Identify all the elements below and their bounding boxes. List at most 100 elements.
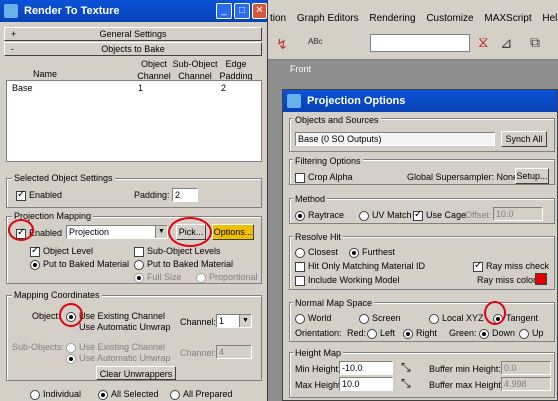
mapping-coordinates-title: Mapping Coordinates: [12, 290, 102, 300]
rollout-objects-to-bake[interactable]: - Objects to Bake: [4, 42, 262, 56]
chevron-down-icon: ▼: [155, 226, 167, 238]
select-link-icon[interactable]: ↯: [276, 36, 288, 53]
named-selection-dropdown[interactable]: [370, 34, 470, 52]
row-object-channel: 1: [138, 83, 144, 93]
synch-all-button[interactable]: Synch All: [501, 131, 547, 147]
subobject-levels-checkbox[interactable]: Sub-Object Levels: [134, 245, 221, 257]
sub-channel-label: Channel:: [180, 348, 217, 358]
clear-unwrappers-button[interactable]: Clear Unwrappers: [96, 366, 176, 380]
col-header-name: Name: [33, 69, 58, 79]
red-label: Red:: [347, 328, 367, 338]
enabled-checkbox[interactable]: Enabled: [16, 189, 62, 201]
menu-graph-editors[interactable]: Graph Editors: [297, 13, 359, 24]
ray-miss-check-checkbox[interactable]: Ray miss check: [473, 260, 549, 272]
proportional-radio[interactable]: Proportional: [196, 271, 258, 283]
include-working-model-checkbox[interactable]: Include Working Model: [295, 274, 399, 286]
pick-height-icon[interactable]: ⤡: [401, 360, 411, 375]
channel-label: Channel:: [180, 317, 217, 327]
subobjects-label: Sub-Objects:: [12, 342, 65, 352]
crop-alpha-checkbox[interactable]: Crop Alpha: [295, 171, 353, 183]
furthest-radio[interactable]: Furthest: [349, 246, 395, 258]
ray-miss-color-label: Ray miss color:: [477, 275, 539, 285]
pick-height-icon[interactable]: ⤡: [401, 376, 411, 391]
sub-use-auto-radio[interactable]: Use Automatic Unwrap: [66, 352, 171, 364]
world-radio[interactable]: World: [295, 312, 331, 324]
hit-only-matching-checkbox[interactable]: Hit Only Matching Material ID: [295, 260, 425, 272]
spell-icon[interactable]: ᴬᴮᶜ: [308, 36, 323, 50]
menu-rendering[interactable]: Rendering: [369, 13, 415, 24]
use-auto-unwrap-radio[interactable]: Use Automatic Unwrap: [66, 321, 171, 333]
projection-titlebar[interactable]: Projection Options: [283, 90, 557, 112]
maximize-button[interactable]: □: [234, 3, 250, 19]
options-button[interactable]: Options...: [212, 224, 254, 240]
screen-radio[interactable]: Screen: [359, 312, 401, 324]
object-label: Object:: [32, 311, 61, 321]
green-label: Green:: [449, 328, 477, 338]
source-list[interactable]: Base (0 SO Outputs): [295, 132, 495, 146]
max-toolbar: ↯ ᴬᴮᶜ ⧖ ⊿ ⧉: [268, 28, 558, 60]
projection-modifier-dropdown[interactable]: Projection ▼: [66, 225, 168, 239]
objects-list[interactable]: Base 1 2: [6, 80, 262, 162]
menu-maxscript[interactable]: MAXScript: [484, 13, 531, 24]
down-radio[interactable]: Down: [479, 327, 515, 339]
ray-miss-color-swatch[interactable]: [535, 273, 547, 285]
annotation-circle-tangent: [484, 301, 506, 325]
align-icon[interactable]: ⊿: [500, 34, 513, 52]
setup-button[interactable]: Setup...: [515, 168, 549, 184]
buffer-max-label: Buffer max Height:: [429, 380, 504, 390]
minimize-button[interactable]: _: [216, 3, 232, 19]
closest-radio[interactable]: Closest: [295, 246, 338, 258]
right-radio[interactable]: Right: [403, 327, 437, 339]
height-map-group: [289, 352, 555, 398]
local-xyz-radio[interactable]: Local XYZ: [429, 312, 484, 324]
col-header-edge-padding: Edge Padding: [219, 59, 253, 81]
global-supersampler-label: Global Supersampler: None: [407, 172, 519, 182]
buffer-min-label: Buffer min Height:: [429, 364, 501, 374]
full-size-radio[interactable]: Full Size: [134, 271, 182, 283]
mirror-icon[interactable]: ⧖: [478, 34, 489, 51]
viewport-label: Front: [290, 64, 312, 74]
col-header-object-channel: Object Channel: [137, 59, 171, 81]
sub-channel-spinner[interactable]: 4: [216, 345, 252, 359]
menu-help[interactable]: Help: [542, 13, 558, 24]
offset-spinner[interactable]: 10.0: [493, 207, 543, 221]
max-height-label: Max Height:: [295, 380, 344, 390]
table-row[interactable]: Base 1 2: [7, 81, 261, 93]
up-radio[interactable]: Up: [519, 327, 544, 339]
annotation-circle-object-radio: [59, 303, 83, 327]
channel-dropdown[interactable]: 1 ▼: [216, 314, 252, 328]
uv-match-radio[interactable]: UV Match: [359, 209, 412, 221]
object-level-checkbox[interactable]: Object Level: [30, 245, 93, 257]
layer-icon[interactable]: ⧉: [530, 34, 540, 51]
sub-put-baked-radio[interactable]: Put to Baked Material: [134, 258, 233, 270]
min-height-spinner[interactable]: -10.0: [339, 361, 393, 375]
raytrace-radio[interactable]: Raytrace: [295, 209, 344, 221]
orientation-label: Orientation:: [295, 328, 342, 338]
filtering-title: Filtering Options: [293, 156, 363, 166]
close-button[interactable]: ✕: [252, 3, 267, 19]
offset-label: Offset:: [465, 210, 492, 220]
min-height-label: Min Height:: [295, 364, 341, 374]
left-radio[interactable]: Left: [367, 327, 395, 339]
use-cage-checkbox[interactable]: Use Cage: [413, 209, 466, 221]
method-title: Method: [293, 194, 328, 204]
individual-radio[interactable]: Individual: [30, 388, 81, 400]
max-menubar: tion Graph Editors Rendering Customize M…: [268, 10, 558, 28]
all-prepared-radio[interactable]: All Prepared: [170, 388, 233, 400]
padding-spinner[interactable]: 2: [172, 188, 198, 202]
max-logo-icon: [4, 4, 18, 18]
put-baked-radio[interactable]: Put to Baked Material: [30, 258, 129, 270]
rollout-general-settings[interactable]: + General Settings: [4, 27, 262, 41]
buffer-min-field[interactable]: 0.0: [501, 361, 551, 375]
objects-sources-title: Objects and Sources: [293, 115, 381, 125]
menu-animation[interactable]: tion: [270, 13, 286, 24]
selected-object-settings-title: Selected Object Settings: [12, 173, 115, 183]
col-header-subobject-channel: Sub-Object Channel: [172, 59, 218, 81]
row-edge-padding: 2: [221, 83, 227, 93]
menu-customize[interactable]: Customize: [426, 13, 473, 24]
all-selected-radio[interactable]: All Selected: [98, 388, 159, 400]
chevron-down-icon: ▼: [239, 315, 251, 327]
max-height-spinner[interactable]: 10.0: [339, 377, 393, 391]
buffer-max-field[interactable]: 4.998: [501, 377, 551, 391]
projection-options-window: Projection Options Objects and Sources B…: [282, 89, 558, 401]
